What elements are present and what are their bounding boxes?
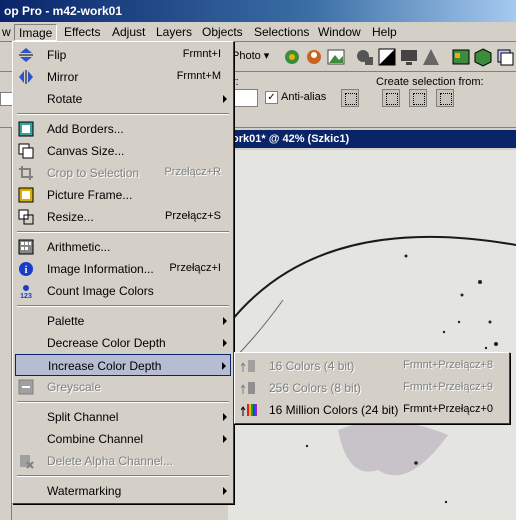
scenery-icon[interactable] bbox=[325, 46, 347, 68]
menu-item-arithmetic[interactable]: Arithmetic... bbox=[15, 236, 231, 258]
increase-color-depth-submenu: 16 Colors (4 bit) Frmnt+Przełącz+8 256 C… bbox=[234, 352, 510, 424]
menu-separator bbox=[17, 401, 229, 403]
resize-icon bbox=[18, 209, 34, 225]
menu-window[interactable]: Window bbox=[314, 24, 365, 41]
photo-dropdown[interactable]: Photo ▾ bbox=[232, 49, 269, 62]
menu-effects[interactable]: Effects bbox=[60, 24, 104, 41]
tools-palette bbox=[0, 128, 12, 520]
menu-item-watermarking[interactable]: Watermarking bbox=[15, 480, 231, 502]
selection-from-layer-icon[interactable] bbox=[409, 89, 427, 107]
svg-text:123: 123 bbox=[20, 293, 32, 299]
contrast-icon[interactable] bbox=[376, 46, 398, 68]
cube-icon[interactable] bbox=[472, 46, 494, 68]
menu-item-canvas-size[interactable]: Canvas Size... bbox=[15, 140, 231, 162]
antialias-label: Anti-alias bbox=[281, 91, 327, 103]
menu-item-mirror[interactable]: Mirror Frmnt+M bbox=[15, 66, 231, 88]
16-million-colors-icon bbox=[240, 402, 257, 418]
image-canvas[interactable] bbox=[228, 150, 516, 520]
menu-item-increase-color-depth[interactable]: Increase Color Depth bbox=[15, 354, 231, 376]
borders-icon bbox=[18, 121, 34, 137]
submenu-arrow-icon bbox=[223, 317, 227, 325]
menu-bar: w Image Effects Adjust Layers Objects Se… bbox=[0, 22, 516, 42]
menu-item-split-channel[interactable]: Split Channel bbox=[15, 406, 231, 428]
menu-image[interactable]: Image bbox=[14, 24, 58, 41]
crop-icon bbox=[18, 165, 34, 181]
pyramid-icon[interactable] bbox=[420, 46, 442, 68]
submenu-arrow-icon bbox=[222, 362, 226, 370]
mirror-icon bbox=[18, 69, 34, 85]
menu-separator bbox=[17, 113, 229, 115]
menu-item-image-information[interactable]: i Image Information... Przełącz+I bbox=[15, 258, 231, 280]
submenu-item-256-colors[interactable]: 256 Colors (8 bit) Frmnt+Przełącz+9 bbox=[237, 377, 507, 399]
svg-text:i: i bbox=[25, 265, 28, 276]
tolerance-spinner[interactable] bbox=[230, 89, 258, 107]
portrait-icon[interactable] bbox=[303, 46, 325, 68]
menu-item-picture-frame[interactable]: Picture Frame... bbox=[15, 184, 231, 206]
submenu-item-16-colors[interactable]: 16 Colors (4 bit) Frmnt+Przełącz+8 bbox=[237, 355, 507, 377]
document-title: ork01* @ 42% (Szkic1) bbox=[232, 133, 350, 145]
info-icon: i bbox=[18, 261, 34, 277]
browser-icon[interactable] bbox=[450, 46, 472, 68]
create-selection-label: Create selection from: bbox=[376, 76, 484, 88]
document-window: ork01* @ 42% (Szkic1) bbox=[228, 130, 516, 520]
menu-item-crop-to-selection[interactable]: Crop to Selection Przełącz+R bbox=[15, 162, 231, 184]
image-menu: Flip Frmnt+I Mirror Frmnt+M Rotate Add B… bbox=[12, 41, 234, 504]
greyscale-icon bbox=[18, 379, 34, 395]
menu-item-delete-alpha-channel[interactable]: Delete Alpha Channel... bbox=[15, 450, 231, 472]
picture-frame-icon bbox=[18, 187, 34, 203]
layers-icon[interactable] bbox=[494, 46, 516, 68]
document-title-bar: ork01* @ 42% (Szkic1) bbox=[228, 130, 516, 148]
calculator-icon bbox=[18, 239, 34, 255]
menu-item-greyscale[interactable]: Greyscale bbox=[15, 376, 231, 398]
menu-window-partial[interactable]: w bbox=[0, 24, 15, 41]
submenu-arrow-icon bbox=[223, 413, 227, 421]
menu-separator bbox=[17, 475, 229, 477]
menu-item-resize[interactable]: Resize... Przełącz+S bbox=[15, 206, 231, 228]
monitor-icon[interactable] bbox=[398, 46, 420, 68]
menu-objects[interactable]: Objects bbox=[198, 24, 247, 41]
menu-item-count-image-colors[interactable]: 123 Count Image Colors bbox=[15, 280, 231, 302]
delete-alpha-icon bbox=[18, 453, 34, 469]
menu-adjust[interactable]: Adjust bbox=[108, 24, 149, 41]
menu-separator bbox=[17, 231, 229, 233]
menu-separator bbox=[17, 305, 229, 307]
menu-layers[interactable]: Layers bbox=[152, 24, 196, 41]
selection-from-mask-icon[interactable] bbox=[436, 89, 454, 107]
menu-item-flip[interactable]: Flip Frmnt+I bbox=[15, 44, 231, 66]
canvas-size-icon bbox=[18, 143, 34, 159]
menu-item-palette[interactable]: Palette bbox=[15, 310, 231, 332]
selection-from-image-icon[interactable] bbox=[382, 89, 400, 107]
menu-item-decrease-color-depth[interactable]: Decrease Color Depth bbox=[15, 332, 231, 354]
256-colors-icon bbox=[240, 380, 257, 396]
shapes-icon[interactable] bbox=[354, 46, 376, 68]
submenu-arrow-icon bbox=[223, 95, 227, 103]
app-title-bar: op Pro - m42-work01 bbox=[0, 0, 516, 22]
submenu-arrow-icon bbox=[223, 435, 227, 443]
menu-item-add-borders[interactable]: Add Borders... bbox=[15, 118, 231, 140]
selection-icon[interactable] bbox=[341, 89, 359, 107]
16-colors-icon bbox=[240, 358, 257, 374]
menu-item-rotate[interactable]: Rotate bbox=[15, 88, 231, 110]
menu-selections[interactable]: Selections bbox=[250, 24, 313, 41]
submenu-arrow-icon bbox=[223, 487, 227, 495]
app-title: op Pro - m42-work01 bbox=[4, 4, 123, 18]
count-colors-icon: 123 bbox=[18, 283, 34, 300]
submenu-item-16-million-colors[interactable]: 16 Million Colors (24 bit) Frmnt+Przełąc… bbox=[237, 399, 507, 421]
submenu-arrow-icon bbox=[223, 339, 227, 347]
red-eye-icon[interactable] bbox=[281, 46, 303, 68]
antialias-checkbox[interactable]: ✓ bbox=[265, 91, 278, 104]
menu-help[interactable]: Help bbox=[368, 24, 401, 41]
menu-item-combine-channel[interactable]: Combine Channel bbox=[15, 428, 231, 450]
flip-icon bbox=[18, 47, 34, 63]
